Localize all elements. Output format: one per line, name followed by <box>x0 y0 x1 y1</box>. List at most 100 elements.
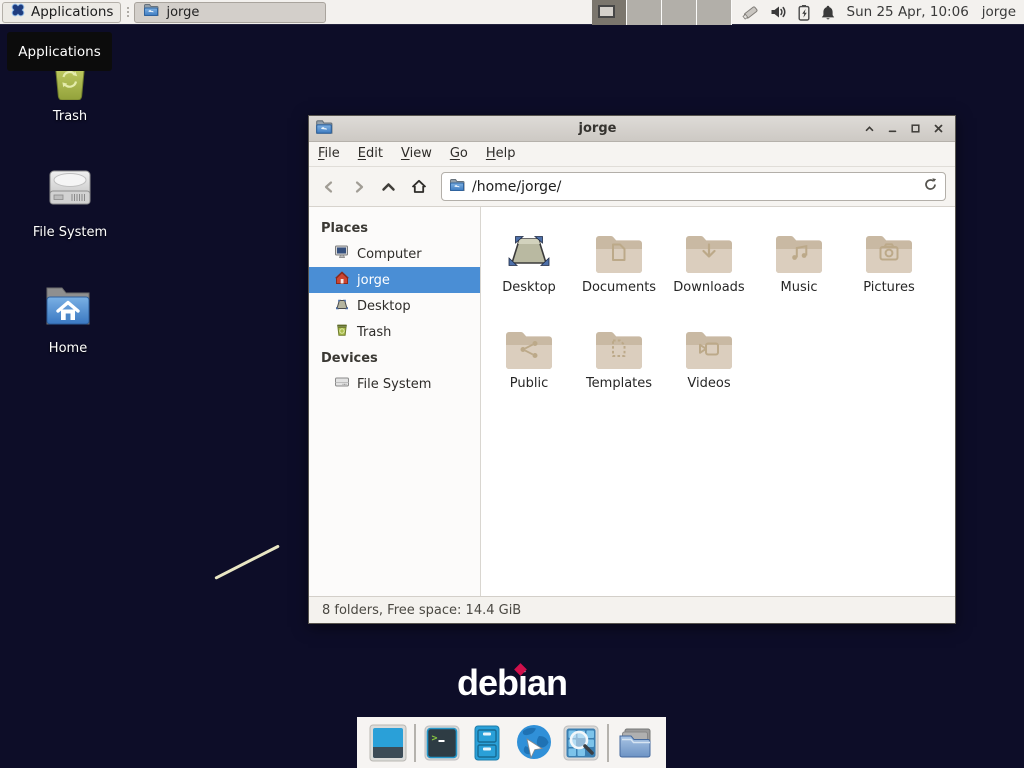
home-icon <box>334 270 350 290</box>
svg-text:>: > <box>432 733 438 744</box>
statusbar: 8 folders, Free space: 14.4 GiB <box>309 596 955 623</box>
desktop: Applications jorge <box>0 0 1024 768</box>
location-folder-icon <box>449 177 465 197</box>
file-label: Templates <box>586 376 652 391</box>
location-path[interactable]: /home/jorge/ <box>472 179 916 195</box>
top-panel: Applications jorge <box>0 0 1024 25</box>
menu-file[interactable]: File <box>309 142 349 166</box>
battery-icon[interactable] <box>796 4 811 21</box>
reload-icon[interactable] <box>923 177 938 196</box>
file-label: Public <box>510 376 548 391</box>
location-bar[interactable]: /home/jorge/ <box>441 172 946 201</box>
titlebar[interactable]: jorge <box>309 116 955 142</box>
window-title: jorge <box>337 121 858 136</box>
sidebar-item-file-system[interactable]: File System <box>309 371 480 397</box>
applications-tooltip: Applications <box>7 32 112 71</box>
file-tile-downloads[interactable]: Downloads <box>664 221 754 317</box>
applications-menu-button[interactable]: Applications <box>2 2 121 23</box>
taskbar-window-label: jorge <box>166 5 199 20</box>
forward-button[interactable] <box>345 173 372 201</box>
menu-go[interactable]: Go <box>441 142 477 166</box>
shade-button[interactable] <box>858 118 881 140</box>
sidebar-devices-header: Devices <box>309 345 480 371</box>
minimize-button[interactable] <box>881 118 904 140</box>
sidebar-item-desktop[interactable]: Desktop <box>309 293 480 319</box>
workspace-window-preview <box>598 5 615 18</box>
file-manager-window: jorge File Edit View Go Help <box>308 115 956 624</box>
file-tile-public[interactable]: Public <box>484 317 574 413</box>
sidebar-item-computer[interactable]: Computer <box>309 241 480 267</box>
drive-small-icon <box>334 374 350 394</box>
system-tray <box>741 3 836 21</box>
file-tile-pictures[interactable]: Pictures <box>844 221 934 317</box>
file-tile-videos[interactable]: Videos <box>664 317 754 413</box>
debian-logo-text: debian <box>457 662 567 703</box>
back-button[interactable] <box>315 173 342 201</box>
workspace-4[interactable] <box>697 0 732 25</box>
taskbar-window-button[interactable]: jorge <box>134 2 326 23</box>
applications-menu-label: Applications <box>31 4 113 20</box>
file-tile-music[interactable]: Music <box>754 221 844 317</box>
menu-view[interactable]: View <box>392 142 441 166</box>
dock-panel: > <box>357 717 666 768</box>
sidebar: Places Computer <box>309 207 481 596</box>
workspace-3[interactable] <box>662 0 697 25</box>
debian-logo: debian <box>456 662 568 704</box>
dock-separator <box>414 724 416 762</box>
sidebar-item-trash[interactable]: Trash <box>309 319 480 345</box>
file-label: Music <box>781 280 818 295</box>
menu-help[interactable]: Help <box>477 142 525 166</box>
desktop-icon-label: File System <box>33 225 107 240</box>
application-finder-icon[interactable] <box>562 724 600 762</box>
username-label: jorge <box>982 4 1016 20</box>
toolbar: /home/jorge/ <box>309 167 955 207</box>
file-label: Documents <box>582 280 656 295</box>
desktop-icon-file-system[interactable]: File System <box>10 160 130 240</box>
sidebar-item-label: Desktop <box>357 299 411 314</box>
workspace-switcher <box>592 0 732 25</box>
file-tile-desktop[interactable]: Desktop <box>484 221 574 317</box>
sidebar-item-jorge[interactable]: jorge <box>309 267 480 293</box>
sidebar-places-header: Places <box>309 215 480 241</box>
close-button[interactable] <box>927 118 950 140</box>
file-label: Pictures <box>863 280 914 295</box>
up-button[interactable] <box>375 173 402 201</box>
desktop-icon-home[interactable]: Home <box>8 280 128 356</box>
desktop-icon-label: Home <box>49 341 87 356</box>
sidebar-item-label: jorge <box>357 273 390 288</box>
web-browser-icon[interactable] <box>513 723 555 763</box>
file-tile-templates[interactable]: Templates <box>574 317 664 413</box>
clock[interactable]: Sun 25 Apr, 10:06 <box>847 4 969 20</box>
file-view[interactable]: Desktop Documents Downloads <box>481 207 955 596</box>
desktop-icon-label: Trash <box>53 109 87 124</box>
maximize-button[interactable] <box>904 118 927 140</box>
volume-icon[interactable] <box>770 4 787 20</box>
status-text: 8 folders, Free space: 14.4 GiB <box>322 603 521 618</box>
file-label: Desktop <box>502 280 556 295</box>
file-manager-icon[interactable] <box>616 724 654 762</box>
panel-handle[interactable] <box>123 2 132 23</box>
hard-drive-icon <box>42 160 98 220</box>
home-folder-icon <box>40 280 96 336</box>
terminal-icon[interactable]: > <box>423 724 461 762</box>
sidebar-item-label: File System <box>357 377 431 392</box>
file-label: Videos <box>687 376 730 391</box>
sidebar-item-label: Computer <box>357 247 422 262</box>
show-desktop-icon[interactable] <box>369 724 407 762</box>
menubar: File Edit View Go Help <box>309 142 955 167</box>
workspace-1[interactable] <box>592 0 627 25</box>
desktop-icon <box>334 296 350 316</box>
removable-media-icon[interactable] <box>741 3 761 21</box>
file-cabinet-icon[interactable] <box>468 724 506 762</box>
xfce-logo-icon <box>10 2 26 22</box>
home-button[interactable] <box>405 173 432 201</box>
notifications-bell-icon[interactable] <box>820 4 836 21</box>
file-tile-documents[interactable]: Documents <box>574 221 664 317</box>
sidebar-item-label: Trash <box>357 325 391 340</box>
window-icon <box>315 118 333 140</box>
dock-separator <box>607 724 609 762</box>
workspace-2[interactable] <box>627 0 662 25</box>
file-label: Downloads <box>673 280 744 295</box>
computer-icon <box>334 244 350 264</box>
menu-edit[interactable]: Edit <box>349 142 392 166</box>
